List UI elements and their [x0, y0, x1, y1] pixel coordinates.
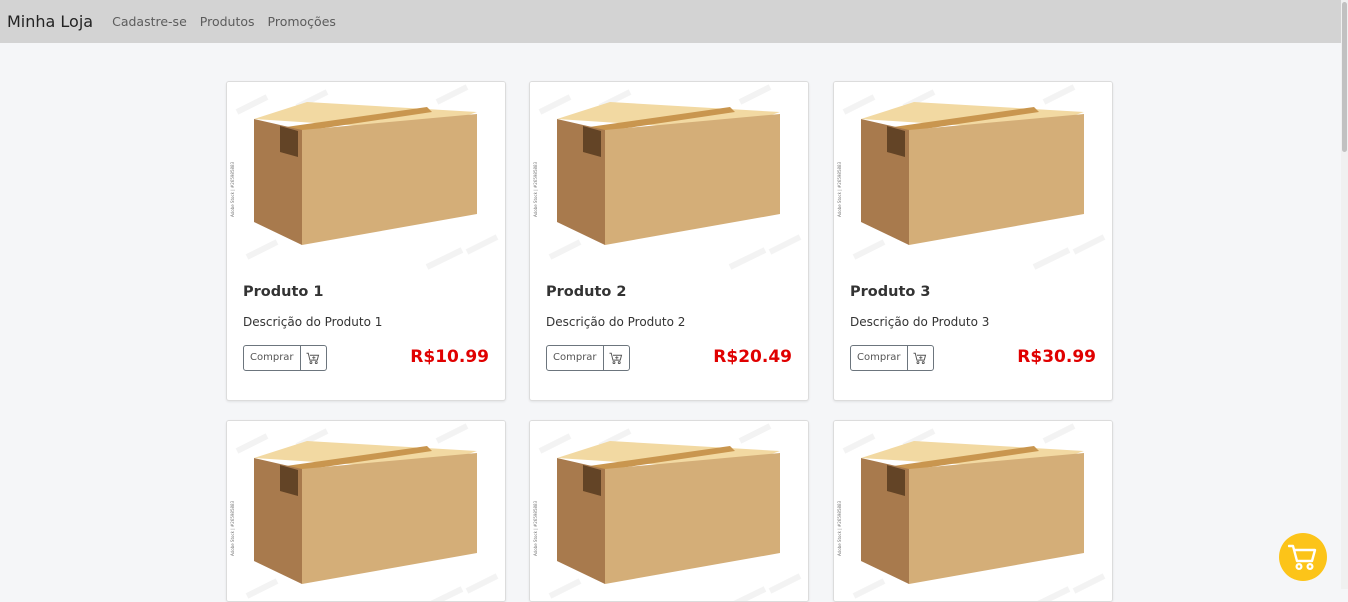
image-watermark: Adobe Stock | #265985883 [230, 161, 235, 217]
nav-link-produtos[interactable]: Produtos [200, 14, 255, 29]
navbar: Minha Loja Cadastre-se Produtos Promoçõe… [0, 0, 1341, 43]
product-card: Adobe Stock | #265985883 Produto 1 Descr… [226, 81, 506, 401]
box-illustration [235, 84, 499, 270]
product-card: Adobe Stock | #265985883 Produto 2 Descr… [529, 81, 809, 401]
buy-button-group: Comprar [243, 345, 327, 371]
product-price: R$20.49 [713, 347, 792, 367]
cart-icon [306, 352, 320, 364]
product-card: Adobe Stock | #265985883 [833, 420, 1113, 602]
image-watermark: Adobe Stock | #265985883 [837, 500, 842, 556]
product-card: Adobe Stock | #265985883 [529, 420, 809, 602]
brand-logo[interactable]: Minha Loja [7, 12, 93, 31]
product-image [530, 421, 808, 601]
product-description: Descrição do Produto 3 [850, 315, 990, 329]
product-card: Adobe Stock | #265985883 Produto 3 Descr… [833, 81, 1113, 401]
nav-link-cadastre-se[interactable]: Cadastre-se [112, 14, 187, 29]
buy-button[interactable]: Comprar [547, 346, 604, 370]
product-price: R$10.99 [410, 347, 489, 367]
product-description: Descrição do Produto 2 [546, 315, 686, 329]
product-image [227, 421, 505, 601]
product-image [834, 421, 1112, 601]
buy-button[interactable]: Comprar [244, 346, 301, 370]
scrollbar-thumb[interactable] [1342, 2, 1347, 152]
cart-icon [609, 352, 623, 364]
box-illustration [842, 423, 1106, 601]
add-to-cart-button[interactable] [301, 346, 326, 370]
product-card: Adobe Stock | #265985883 [226, 420, 506, 602]
add-to-cart-button[interactable] [908, 346, 933, 370]
image-watermark: Adobe Stock | #265985883 [533, 500, 538, 556]
box-illustration [842, 84, 1106, 270]
scrollbar[interactable] [1341, 0, 1348, 589]
image-watermark: Adobe Stock | #265985883 [533, 161, 538, 217]
product-description: Descrição do Produto 1 [243, 315, 383, 329]
nav-link-promocoes[interactable]: Promoções [268, 14, 336, 29]
product-title: Produto 1 [243, 284, 324, 300]
product-title: Produto 2 [546, 284, 627, 300]
box-illustration [538, 84, 802, 270]
buy-button[interactable]: Comprar [851, 346, 908, 370]
floating-cart-button[interactable] [1279, 533, 1327, 581]
box-illustration [235, 423, 499, 601]
product-image [834, 82, 1112, 272]
image-watermark: Adobe Stock | #265985883 [837, 161, 842, 217]
product-price: R$30.99 [1017, 347, 1096, 367]
buy-button-group: Comprar [850, 345, 934, 371]
product-image [530, 82, 808, 272]
image-watermark: Adobe Stock | #265985883 [230, 500, 235, 556]
cart-icon [913, 352, 927, 364]
product-title: Produto 3 [850, 284, 931, 300]
buy-button-group: Comprar [546, 345, 630, 371]
add-to-cart-button[interactable] [604, 346, 629, 370]
product-image [227, 82, 505, 272]
box-illustration [538, 423, 802, 601]
cart-icon [1288, 544, 1317, 571]
